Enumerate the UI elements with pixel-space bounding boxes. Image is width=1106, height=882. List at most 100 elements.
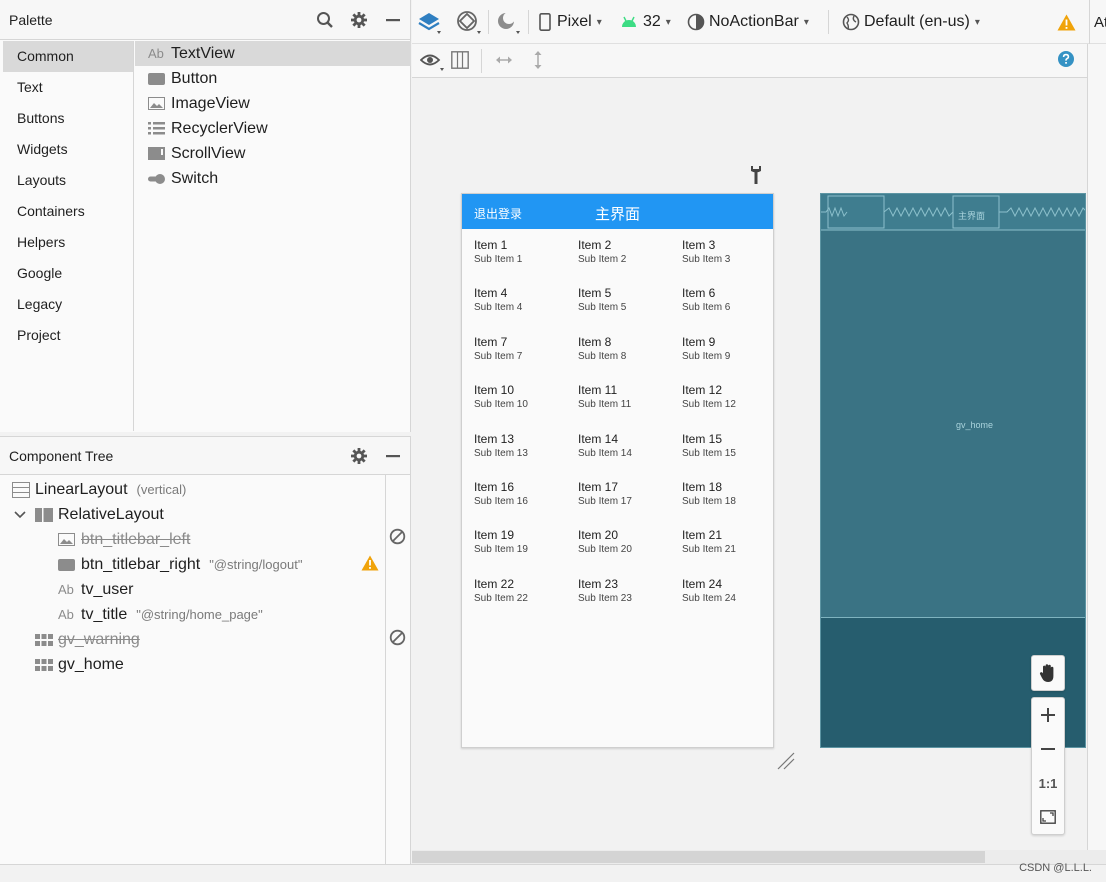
warning-icon[interactable] [361, 555, 379, 571]
logout-button[interactable]: 退出登录 [474, 205, 522, 222]
category-widgets[interactable]: Widgets [3, 134, 133, 165]
widget-scrollview[interactable]: ScrollView [135, 141, 411, 166]
grid-item[interactable]: Item 7 Sub Item 7 [474, 335, 578, 364]
zoom-to-fit-icon[interactable] [1032, 800, 1064, 834]
tree-node-btn-titlebar-left[interactable]: btn_titlebar_left [0, 527, 385, 552]
grid-item[interactable]: Item 22 Sub Item 22 [474, 577, 578, 606]
tree-node-label: gv_warning [58, 630, 140, 648]
tree-node-tv-user[interactable]: Ab tv_user [0, 577, 385, 602]
tree-node-label: gv_home [58, 655, 124, 673]
hand-icon[interactable] [1032, 656, 1064, 690]
gear-icon[interactable] [342, 0, 376, 40]
category-text[interactable]: Text [3, 72, 133, 103]
vertical-resize-icon[interactable] [531, 50, 545, 70]
toolbar-separator [828, 10, 829, 34]
tree-node-tv-title[interactable]: Ab tv_title "@string/home_page" [0, 602, 385, 627]
category-common[interactable]: Common [3, 41, 133, 72]
grid-item[interactable]: Item 18 Sub Item 18 [682, 480, 786, 509]
category-layouts[interactable]: Layouts [3, 165, 133, 196]
grid-item[interactable]: Item 14 Sub Item 14 [578, 432, 682, 461]
widget-recyclerview[interactable]: RecyclerView [135, 116, 411, 141]
tree-node-gv-home[interactable]: gv_home [0, 652, 385, 677]
grid-item-title: Item 11 [578, 383, 618, 398]
grid-item-subtitle: Sub Item 23 [578, 592, 632, 604]
device-selector[interactable]: Pixel ▾ [538, 0, 602, 44]
grid-item-title: Item 15 [682, 431, 723, 446]
grid-item[interactable]: Item 10 Sub Item 10 [474, 383, 578, 412]
grid-item-title: Item 3 [682, 238, 716, 252]
grid-item[interactable]: Item 11 Sub Item 11 [578, 383, 682, 412]
attributes-tab-label[interactable]: At [1089, 0, 1106, 44]
eye-icon[interactable] [420, 51, 446, 73]
wrench-icon[interactable] [749, 165, 763, 185]
grid-item[interactable]: Item 3 Sub Item 3 [682, 238, 786, 267]
resize-handle-icon[interactable] [776, 751, 796, 771]
grid-item[interactable]: Item 8 Sub Item 8 [578, 335, 682, 364]
theme-selector[interactable]: NoActionBar ▾ [687, 0, 809, 44]
horizontal-resize-icon[interactable] [495, 53, 513, 67]
theme-icon [687, 13, 705, 31]
api-selector[interactable]: 32 ▾ [620, 0, 671, 44]
tree-node-btn-titlebar-right[interactable]: btn_titlebar_right "@string/logout" [0, 552, 385, 577]
grid-item[interactable]: Item 9 Sub Item 9 [682, 335, 786, 364]
grid-item[interactable]: Item 20 Sub Item 20 [578, 528, 682, 557]
widget-button[interactable]: Button [135, 66, 411, 91]
locale-selector[interactable]: Default (en-us) ▾ [842, 0, 980, 44]
category-buttons[interactable]: Buttons [3, 103, 133, 134]
grid-item[interactable]: Item 13 Sub Item 13 [474, 432, 578, 461]
minimize-icon[interactable] [376, 436, 410, 476]
grid-item[interactable]: Item 19 Sub Item 19 [474, 528, 578, 557]
orientation-icon[interactable] [455, 0, 483, 44]
chevron-down-icon: ▾ [596, 16, 602, 28]
category-containers[interactable]: Containers [3, 196, 133, 227]
grid-item[interactable]: Item 1 Sub Item 1 [474, 238, 578, 267]
grid-item[interactable]: Item 12 Sub Item 12 [682, 383, 786, 412]
pan-tool[interactable] [1031, 655, 1065, 691]
chevron-down-icon[interactable] [14, 510, 35, 519]
grid-item-subtitle: Sub Item 20 [578, 544, 632, 556]
phone-design-surface[interactable]: 退出登录 主界面 Item 1 Sub Item 1 Item 2 Sub Item … [461, 193, 774, 748]
blueprint-icon[interactable] [451, 51, 469, 69]
app-titlebar[interactable]: 退出登录 主界面 [462, 194, 773, 229]
watermark-text: CSDN @L.L.L. [1019, 862, 1092, 874]
zoom-in-icon[interactable] [1032, 698, 1064, 732]
warning-icon[interactable] [1057, 0, 1076, 44]
grid-item[interactable]: Item 4 Sub Item 4 [474, 286, 578, 315]
help-icon[interactable] [1058, 51, 1074, 67]
grid-item-title: Item 2 [578, 238, 612, 252]
grid-item[interactable]: Item 23 Sub Item 23 [578, 577, 682, 606]
grid-item[interactable]: Item 16 Sub Item 16 [474, 480, 578, 509]
widget-switch[interactable]: Switch [135, 166, 411, 191]
tree-node-gv-warning[interactable]: gv_warning [0, 627, 385, 652]
grid-item[interactable]: Item 5 Sub Item 5 [578, 286, 682, 315]
palette-panel: Palette Common Text Buttons Widgets Layo… [0, 0, 411, 432]
ignored-icon[interactable] [389, 528, 406, 545]
category-helpers[interactable]: Helpers [3, 227, 133, 258]
grid-item-title: Item 23 [578, 576, 619, 591]
night-mode-icon[interactable] [494, 0, 522, 44]
widget-imageview[interactable]: ImageView [135, 91, 411, 116]
phone-icon [539, 13, 551, 31]
grid-item[interactable]: Item 15 Sub Item 15 [682, 432, 786, 461]
widget-textview[interactable]: Ab TextView [135, 41, 411, 66]
grid-item[interactable]: Item 24 Sub Item 24 [682, 577, 786, 606]
minimize-icon[interactable] [376, 0, 410, 40]
search-icon[interactable] [308, 0, 342, 40]
layers-icon[interactable] [417, 0, 443, 44]
grid-item[interactable]: Item 17 Sub Item 17 [578, 480, 682, 509]
tree-node-linearlayout[interactable]: LinearLayout (vertical) [0, 477, 385, 502]
grid-item[interactable]: Item 21 Sub Item 21 [682, 528, 786, 557]
zoom-reset-button[interactable]: 1:1 [1032, 766, 1064, 800]
category-legacy[interactable]: Legacy [3, 289, 133, 320]
grid-item-subtitle: Sub Item 21 [682, 544, 736, 556]
zoom-out-icon[interactable] [1032, 732, 1064, 766]
grid-item[interactable]: Item 6 Sub Item 6 [682, 286, 786, 315]
gear-icon[interactable] [342, 436, 376, 476]
grid-item[interactable]: Item 2 Sub Item 2 [578, 238, 682, 267]
category-google[interactable]: Google [3, 258, 133, 289]
ignored-icon[interactable] [389, 629, 406, 646]
category-project[interactable]: Project [3, 320, 133, 351]
horizontal-scrollbar-thumb[interactable] [412, 851, 985, 863]
tree-node-relativelayout[interactable]: RelativeLayout [0, 502, 385, 527]
grid-item-title: Item 22 [474, 576, 515, 591]
